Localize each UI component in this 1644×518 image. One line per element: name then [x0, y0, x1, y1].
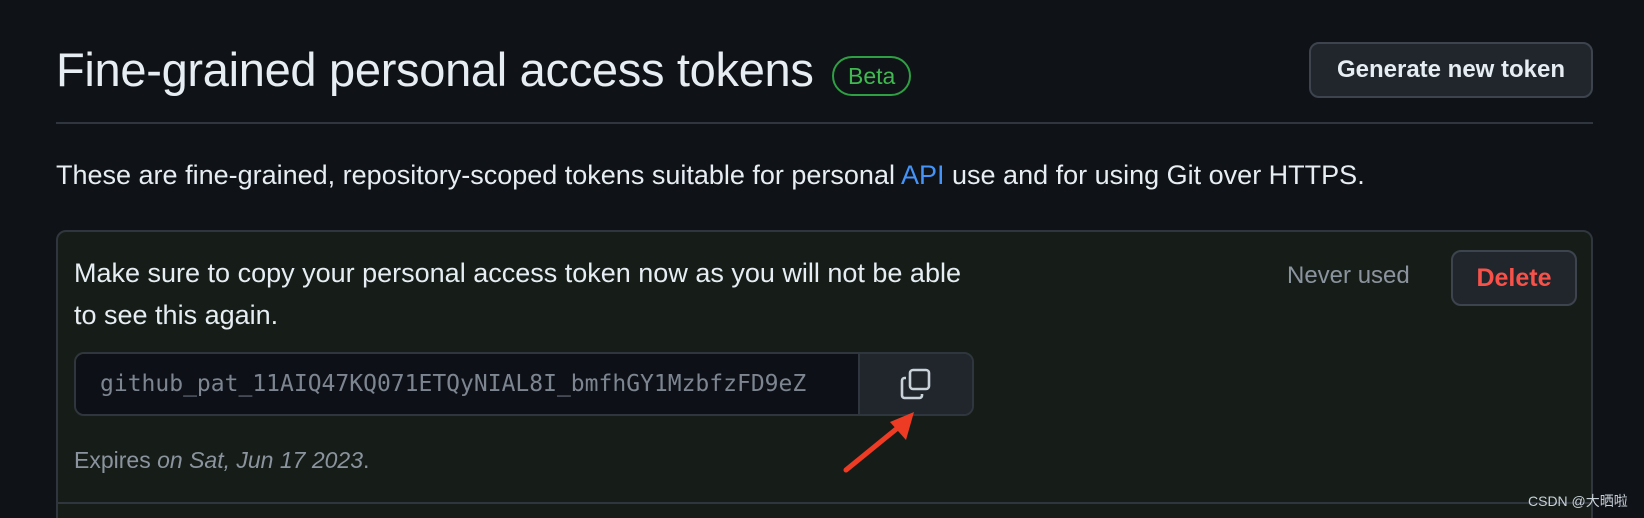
expires-date: on Sat, Jun 17 2023	[157, 447, 363, 473]
copy-icon	[900, 368, 931, 400]
description-text-before: These are fine-grained, repository-scope…	[56, 160, 901, 190]
token-expiration: Expires on Sat, Jun 17 2023.	[74, 447, 369, 474]
generate-new-token-button[interactable]: Generate new token	[1309, 42, 1593, 98]
token-field-group	[74, 352, 974, 416]
expires-suffix: .	[362, 447, 370, 473]
page-title: Fine-grained personal access tokens	[56, 43, 814, 96]
api-link[interactable]: API	[901, 160, 945, 190]
annotation-arrow-icon	[843, 412, 914, 473]
delete-token-button[interactable]: Delete	[1451, 250, 1577, 306]
token-value-input[interactable]	[76, 354, 858, 414]
header-divider	[56, 122, 1593, 124]
description-text-after: use and for using Git over HTTPS.	[944, 160, 1365, 190]
page-description: These are fine-grained, repository-scope…	[56, 160, 1365, 191]
token-usage-status: Never used	[1287, 262, 1410, 289]
new-token-panel: Make sure to copy your personal access t…	[56, 230, 1593, 518]
beta-badge: Beta	[832, 56, 912, 96]
watermark: CSDN @大晒啦	[1528, 493, 1628, 509]
expires-prefix: Expires	[74, 447, 158, 473]
copy-token-button[interactable]	[858, 354, 972, 414]
copy-token-notice: Make sure to copy your personal access t…	[74, 258, 961, 330]
panel-footer-divider	[58, 502, 1591, 504]
page: Fine-grained personal access tokens Beta…	[0, 0, 1644, 518]
